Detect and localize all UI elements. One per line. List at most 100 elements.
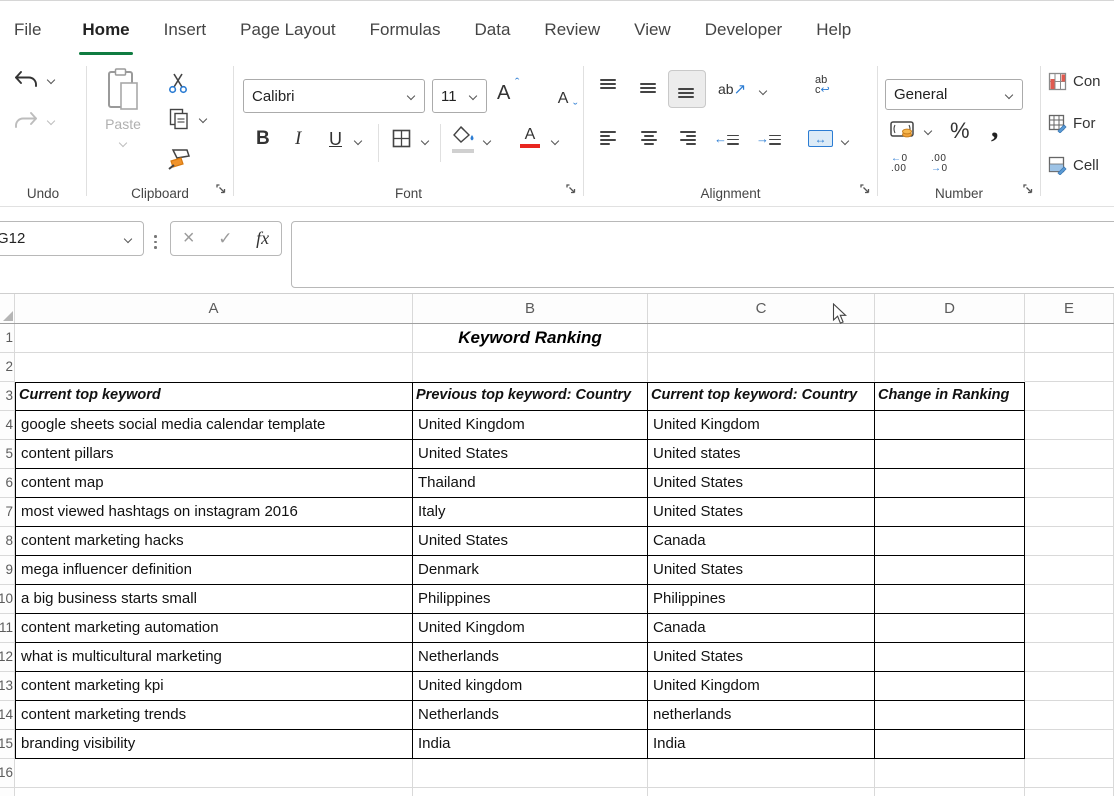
borders-dropdown-chevron-icon[interactable] (421, 137, 429, 145)
cell-B14[interactable]: Netherlands (413, 701, 648, 730)
tab-review[interactable]: Review (527, 1, 617, 58)
fill-color-chevron-icon[interactable] (483, 137, 491, 145)
align-center-icon[interactable] (640, 129, 658, 147)
cell-A6[interactable]: content map (15, 469, 413, 498)
cell-A3[interactable]: Current top keyword (15, 382, 413, 411)
cell-B5[interactable]: United States (413, 440, 648, 469)
decrease-indent-icon[interactable]: ← (714, 131, 739, 147)
cell-A11[interactable]: content marketing automation (15, 614, 413, 643)
cell-B17[interactable] (413, 788, 648, 796)
cell-B9[interactable]: Denmark (413, 556, 648, 585)
cell-B10[interactable]: Philippines (413, 585, 648, 614)
cell-A12[interactable]: what is multicultural marketing (15, 643, 413, 672)
cell-D15[interactable] (875, 730, 1025, 759)
cell-E10[interactable] (1025, 585, 1114, 614)
cell-B8[interactable]: United States (413, 527, 648, 556)
cell-E12[interactable] (1025, 643, 1114, 672)
align-top-icon[interactable] (600, 79, 618, 97)
cell-B16[interactable] (413, 759, 648, 788)
cell-E7[interactable] (1025, 498, 1114, 527)
cell-D11[interactable] (875, 614, 1025, 643)
paste-button-label[interactable]: Paste (87, 116, 159, 132)
cell-C3[interactable]: Current top keyword: Country (648, 382, 875, 411)
increase-decimal-icon[interactable]: ←0 .00 (891, 154, 908, 173)
italic-button[interactable]: I (295, 128, 301, 150)
cell-A4[interactable]: google sheets social media calendar temp… (15, 411, 413, 440)
cell-A16[interactable] (15, 759, 413, 788)
formula-input[interactable] (291, 221, 1114, 288)
cell-D1[interactable] (875, 324, 1025, 353)
cell-E1[interactable] (1025, 324, 1114, 353)
cell-A9[interactable]: mega influencer definition (15, 556, 413, 585)
cell-C11[interactable]: Canada (648, 614, 875, 643)
row-header-7[interactable]: 7 (0, 498, 15, 527)
select-all-corner[interactable] (0, 294, 15, 323)
row-header-17[interactable]: 17 (0, 788, 15, 796)
font-color-icon[interactable]: A (520, 127, 540, 148)
tab-insert[interactable]: Insert (147, 1, 224, 58)
cell-D6[interactable] (875, 469, 1025, 498)
cell-D12[interactable] (875, 643, 1025, 672)
cell-D7[interactable] (875, 498, 1025, 527)
cell-E14[interactable] (1025, 701, 1114, 730)
align-right-icon[interactable] (678, 129, 696, 147)
font-color-chevron-icon[interactable] (551, 137, 559, 145)
cell-C1[interactable] (648, 324, 875, 353)
cell-B3[interactable]: Previous top keyword: Country (413, 382, 648, 411)
cell-C16[interactable] (648, 759, 875, 788)
row-header-10[interactable]: 10 (0, 585, 15, 614)
orientation-chevron-icon[interactable] (759, 87, 767, 95)
cell-E9[interactable] (1025, 556, 1114, 585)
row-header-12[interactable]: 12 (0, 643, 15, 672)
cell-E5[interactable] (1025, 440, 1114, 469)
enter-icon[interactable]: ✓ (218, 229, 232, 249)
conditional-formatting-button[interactable]: Con (1048, 72, 1101, 91)
cut-icon[interactable] (167, 72, 189, 99)
column-header-B[interactable]: B (413, 294, 648, 323)
formula-bar-drag-handle[interactable] (154, 235, 157, 249)
name-box[interactable]: G12 (0, 221, 144, 256)
paste-icon[interactable] (107, 68, 139, 117)
alignment-dialog-launcher-icon[interactable] (860, 181, 870, 199)
cell-C6[interactable]: United States (648, 469, 875, 498)
row-header-15[interactable]: 15 (0, 730, 15, 759)
underline-button[interactable]: U (329, 129, 342, 150)
merge-center-icon[interactable]: ↔ (808, 130, 833, 147)
cell-C17[interactable] (648, 788, 875, 796)
row-header-2[interactable]: 2 (0, 353, 15, 382)
row-header-3[interactable]: 3 (0, 382, 15, 411)
column-header-D[interactable]: D (875, 294, 1025, 323)
row-header-8[interactable]: 8 (0, 527, 15, 556)
align-middle-icon[interactable] (640, 79, 658, 97)
decrease-font-size-icon[interactable]: Aˇ (558, 90, 569, 107)
increase-indent-icon[interactable]: → (756, 131, 781, 147)
cell-C10[interactable]: Philippines (648, 585, 875, 614)
row-header-14[interactable]: 14 (0, 701, 15, 730)
tab-home[interactable]: Home (65, 1, 146, 58)
row-header-4[interactable]: 4 (0, 411, 15, 440)
row-header-6[interactable]: 6 (0, 469, 15, 498)
decrease-decimal-icon[interactable]: .00 →0 (931, 154, 948, 173)
number-dialog-launcher-icon[interactable] (1023, 181, 1033, 199)
column-header-E[interactable]: E (1025, 294, 1114, 323)
fill-color-icon[interactable] (452, 126, 476, 153)
cell-E6[interactable] (1025, 469, 1114, 498)
paste-dropdown-chevron-icon[interactable] (119, 139, 127, 147)
cell-D14[interactable] (875, 701, 1025, 730)
row-header-5[interactable]: 5 (0, 440, 15, 469)
cell-C12[interactable]: United States (648, 643, 875, 672)
cell-D16[interactable] (875, 759, 1025, 788)
row-header-13[interactable]: 13 (0, 672, 15, 701)
cell-B7[interactable]: Italy (413, 498, 648, 527)
tab-data[interactable]: Data (458, 1, 528, 58)
merge-center-chevron-icon[interactable] (841, 137, 849, 145)
cell-A10[interactable]: a big business starts small (15, 585, 413, 614)
cell-A8[interactable]: content marketing hacks (15, 527, 413, 556)
underline-dropdown-chevron-icon[interactable] (354, 137, 362, 145)
cell-C5[interactable]: United states (648, 440, 875, 469)
cell-D9[interactable] (875, 556, 1025, 585)
row-header-1[interactable]: 1 (0, 324, 15, 353)
cell-B6[interactable]: Thailand (413, 469, 648, 498)
row-header-11[interactable]: 11 (0, 614, 15, 643)
cell-E2[interactable] (1025, 353, 1114, 382)
